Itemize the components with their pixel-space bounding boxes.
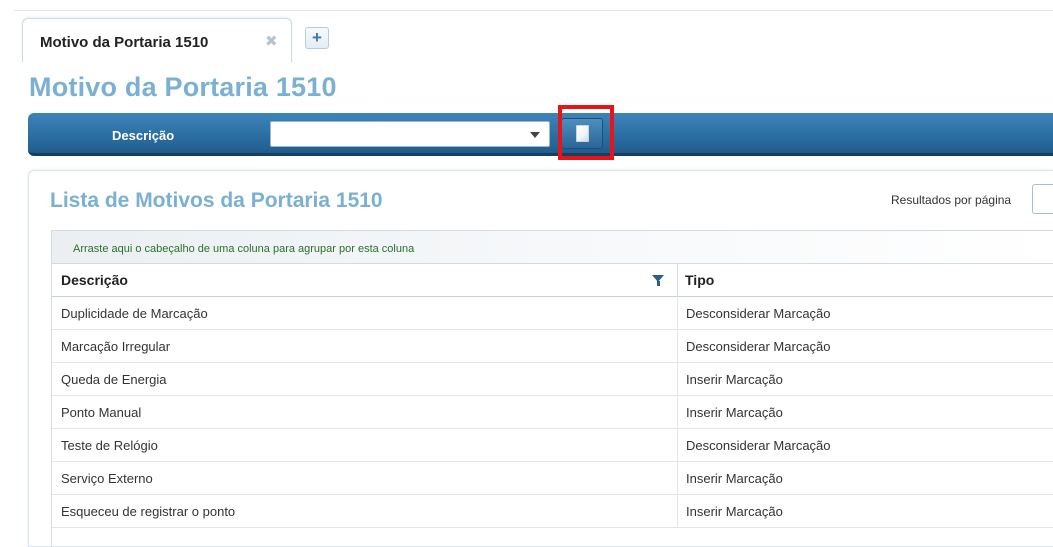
tab-motivo-portaria[interactable]: Motivo da Portaria 1510 ✖	[22, 18, 292, 62]
cell-tipo: Desconsiderar Marcação	[686, 438, 831, 453]
group-drop-area[interactable]: Arraste aqui o cabeçalho de uma coluna p…	[52, 230, 1053, 264]
cell-divider	[677, 297, 678, 330]
highlight-box	[558, 105, 614, 160]
chevron-down-icon[interactable]	[530, 132, 540, 138]
list-title: Lista de Motivos da Portaria 1510	[50, 189, 383, 212]
results-per-page-label: Resultados por página	[891, 193, 1012, 207]
table-row[interactable]: Serviço Externo Inserir Marcação	[52, 462, 1053, 495]
cell-tipo: Desconsiderar Marcação	[686, 306, 831, 321]
list-panel: Lista de Motivos da Portaria 1510 Result…	[28, 170, 1053, 547]
cell-descricao: Esqueceu de registrar o ponto	[61, 504, 236, 519]
cell-divider	[677, 396, 678, 429]
column-header-tipo[interactable]: Tipo	[685, 264, 714, 297]
plus-icon: +	[312, 28, 322, 47]
table-row[interactable]: Marcação Irregular Desconsiderar Marcaçã…	[52, 330, 1053, 363]
descricao-select[interactable]	[270, 121, 550, 147]
tab-label: Motivo da Portaria 1510	[40, 34, 209, 51]
cell-descricao: Duplicidade de Marcação	[61, 306, 208, 321]
table-row[interactable]: Duplicidade de Marcação Desconsiderar Ma…	[52, 297, 1053, 330]
cell-descricao: Marcação Irregular	[61, 339, 171, 354]
add-tab-button[interactable]: +	[305, 27, 329, 49]
grid-rows: Duplicidade de Marcação Desconsiderar Ma…	[52, 297, 1053, 528]
filter-icon-stem	[657, 281, 660, 286]
column-header-descricao[interactable]: Descrição	[61, 264, 676, 297]
cell-divider	[677, 495, 678, 528]
filter-label: Descrição	[112, 128, 175, 143]
cell-tipo: Inserir Marcação	[686, 405, 783, 420]
cell-divider	[677, 429, 678, 462]
cell-descricao: Ponto Manual	[61, 405, 142, 420]
cell-tipo: Inserir Marcação	[686, 471, 783, 486]
data-grid: Arraste aqui o cabeçalho de uma coluna p…	[51, 230, 1053, 547]
cell-tipo: Desconsiderar Marcação	[686, 339, 831, 354]
tab-bar: Motivo da Portaria 1510 ✖ +	[0, 0, 1053, 62]
close-icon[interactable]: ✖	[265, 32, 278, 50]
table-row[interactable]: Ponto Manual Inserir Marcação	[52, 396, 1053, 429]
table-row[interactable]: Esqueceu de registrar o ponto Inserir Ma…	[52, 495, 1053, 528]
cell-tipo: Inserir Marcação	[686, 504, 783, 519]
grid-header: Descrição Tipo	[52, 264, 1053, 297]
filter-toolbar: Descrição	[28, 113, 1053, 156]
cell-descricao: Teste de Relógio	[61, 438, 158, 453]
cell-divider	[677, 462, 678, 495]
table-row[interactable]: Queda de Energia Inserir Marcação	[52, 363, 1053, 396]
cell-tipo: Inserir Marcação	[686, 372, 783, 387]
table-row[interactable]: Teste de Relógio Desconsiderar Marcação	[52, 429, 1053, 462]
cell-descricao: Queda de Energia	[61, 372, 167, 387]
column-divider[interactable]	[677, 264, 678, 297]
cell-descricao: Serviço Externo	[61, 471, 153, 486]
page-title: Motivo da Portaria 1510	[29, 72, 337, 102]
cell-divider	[677, 330, 678, 363]
results-per-page-select[interactable]	[1032, 184, 1053, 214]
group-hint: Arraste aqui o cabeçalho de uma coluna p…	[73, 243, 415, 255]
cell-divider	[677, 363, 678, 396]
